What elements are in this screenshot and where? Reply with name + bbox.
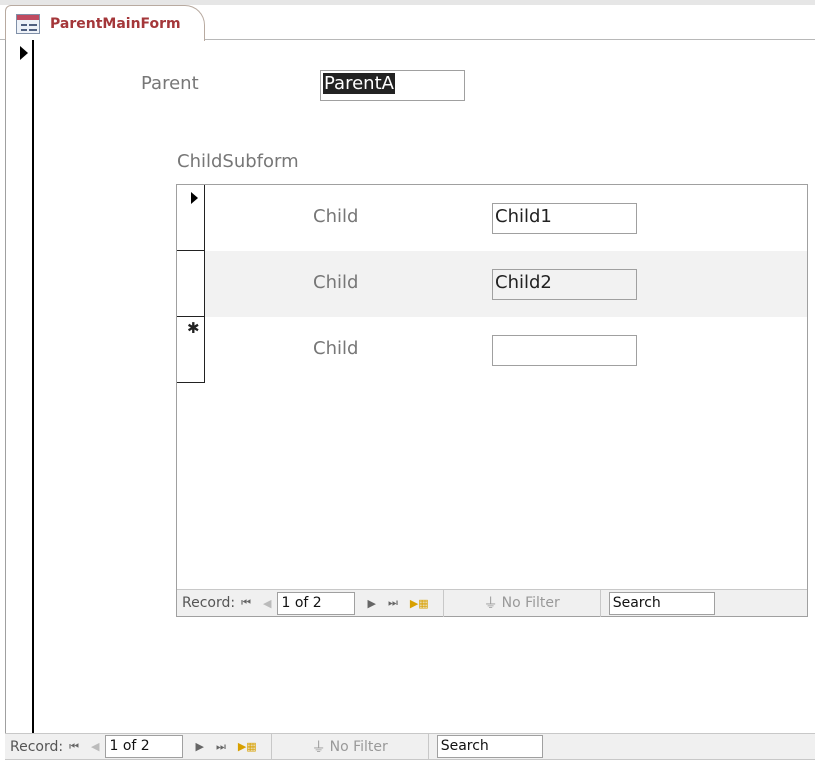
record-selector[interactable] xyxy=(177,185,205,251)
subform-label: ChildSubform xyxy=(177,151,299,172)
last-record-icon[interactable]: ⏭ xyxy=(216,740,226,754)
filter-icon: ⏚ xyxy=(483,596,498,612)
last-record-icon[interactable]: ⏭ xyxy=(388,596,398,610)
subform-row: Child Child1 xyxy=(177,185,807,251)
tab-title: ParentMainForm xyxy=(50,16,181,32)
form-icon xyxy=(16,14,40,34)
parent-label: Parent xyxy=(141,73,199,94)
subform-new-row: ✱ Child xyxy=(177,317,807,383)
current-record-field[interactable]: 1 of 2 xyxy=(277,591,356,615)
child-field[interactable] xyxy=(492,335,637,366)
new-record-asterisk-icon: ✱ xyxy=(187,319,200,337)
main-navigation-bar: Record: ⏮ ◀ 1 of 2 ▶ ⏭ ▶▦ ⏚ No Filter Sea… xyxy=(5,733,815,760)
child-label: Child xyxy=(313,338,359,359)
filter-toggle[interactable]: ⏚ No Filter xyxy=(280,737,420,757)
current-record-field[interactable]: 1 of 2 xyxy=(105,735,184,758)
first-record-icon[interactable]: ⏮ xyxy=(69,740,79,754)
child-subform: Child Child1 Child Child2 ✱ Child Record… xyxy=(176,184,808,617)
filter-label: No Filter xyxy=(329,738,388,755)
filter-toggle[interactable]: ⏚ No Filter xyxy=(452,593,592,613)
current-record-arrow-icon xyxy=(191,192,198,204)
search-input[interactable]: Search xyxy=(608,591,715,615)
record-label: Record: xyxy=(182,595,236,611)
previous-record-icon[interactable]: ◀ xyxy=(263,597,271,610)
record-label: Record: xyxy=(10,738,64,755)
subform-row: Child Child2 xyxy=(177,251,807,317)
record-selector[interactable]: ✱ xyxy=(177,317,205,383)
search-input[interactable]: Search xyxy=(436,735,543,758)
child-field[interactable]: Child1 xyxy=(492,203,637,234)
child-label: Child xyxy=(313,272,359,293)
subform-navigation-bar: Record: ⏮ ◀ 1 of 2 ▶ ⏭ ▶▦ ⏚ No Filter Sea… xyxy=(177,589,807,617)
tab-parent-main-form[interactable]: ParentMainForm xyxy=(5,5,205,41)
next-record-icon[interactable]: ▶ xyxy=(195,740,203,753)
record-selector-border xyxy=(32,40,34,735)
parent-value: ParentA xyxy=(323,73,395,94)
first-record-icon[interactable]: ⏮ xyxy=(241,596,251,610)
previous-record-icon[interactable]: ◀ xyxy=(91,740,99,753)
current-record-arrow-icon[interactable] xyxy=(20,46,28,60)
filter-icon: ⏚ xyxy=(311,739,326,756)
child-field[interactable]: Child2 xyxy=(492,269,637,300)
child-label: Child xyxy=(313,206,359,227)
new-record-icon[interactable]: ▶▦ xyxy=(238,740,257,753)
new-record-icon[interactable]: ▶▦ xyxy=(410,597,429,610)
filter-label: No Filter xyxy=(501,595,560,611)
next-record-icon[interactable]: ▶ xyxy=(367,597,375,610)
record-selector[interactable] xyxy=(177,251,205,317)
parent-field[interactable]: ParentA xyxy=(320,70,465,101)
